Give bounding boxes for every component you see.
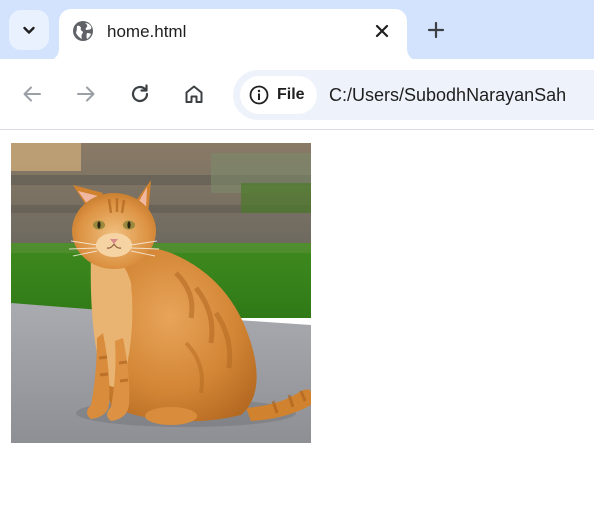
tab-title: home.html [107,22,187,41]
close-icon [375,24,389,38]
home-icon [185,85,203,103]
browser-window: home.html File C:/Users/SubodhNarayanSah [0,0,594,526]
url-text: C:/Users/SubodhNarayanSah [329,85,567,105]
home-button[interactable] [179,79,209,109]
tab-close-button[interactable] [371,20,393,42]
active-tab[interactable]: home.html [59,9,407,61]
info-icon [249,85,269,105]
tab-search-button[interactable] [9,10,49,50]
forward-button[interactable] [71,79,101,109]
reload-icon [131,84,149,103]
site-info-chip[interactable]: File [240,76,317,114]
arrow-left-icon [23,86,41,102]
globe-icon [73,21,93,41]
page-content [0,130,594,526]
new-tab-button[interactable] [420,14,452,46]
tab-strip: home.html [0,0,594,61]
reload-button[interactable] [125,79,155,109]
plus-icon [427,21,445,39]
chevron-down-icon [23,26,35,34]
back-button[interactable] [17,79,47,109]
site-chip-label: File [277,86,305,103]
cat-image [11,143,311,443]
toolbar: File C:/Users/SubodhNarayanSah [0,59,594,129]
arrow-right-icon [77,86,95,102]
address-bar[interactable]: File C:/Users/SubodhNarayanSah [233,70,594,120]
